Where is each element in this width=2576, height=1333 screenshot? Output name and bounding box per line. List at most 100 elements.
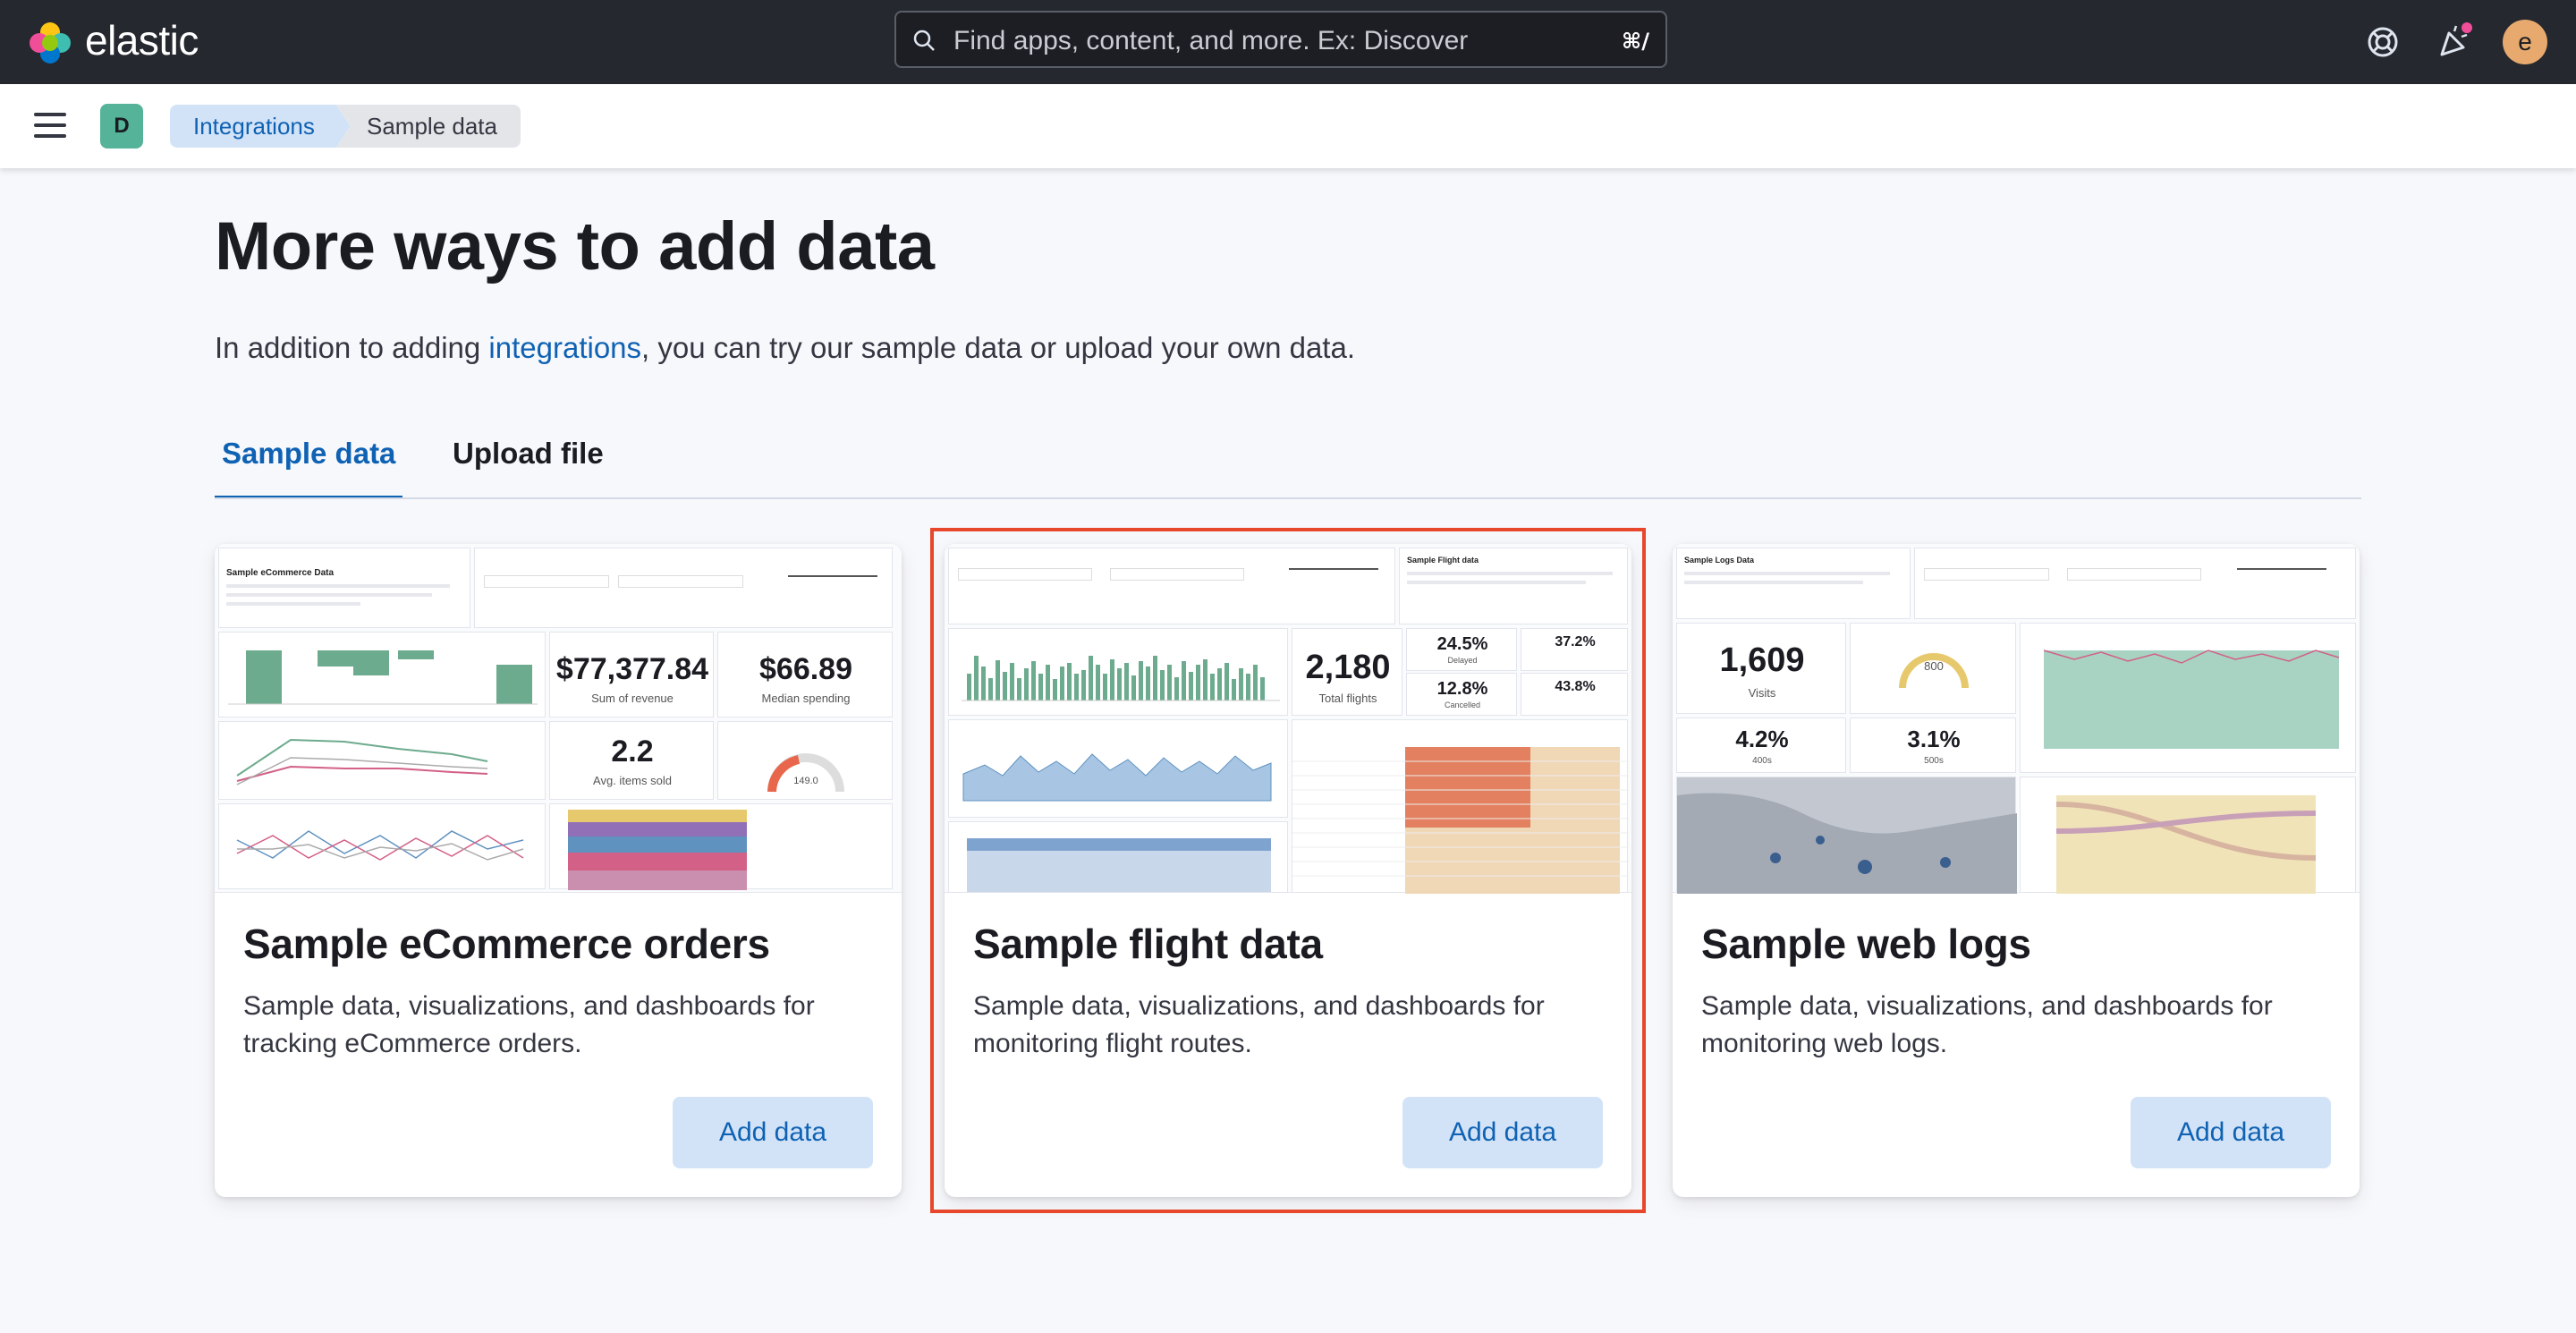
preview-stat-value: 4.2% (1735, 726, 1789, 752)
preview-heading: Sample Flight data (1407, 556, 1479, 565)
preview-panel: Sample eCommerce Data (218, 548, 470, 628)
preview-table (1292, 719, 1629, 894)
preview-multi-line-chart (236, 830, 524, 861)
preview-stat: $66.89 Median spending (717, 632, 893, 717)
preview-panel (2020, 623, 2356, 773)
preview-stat-value: 1,609 (1719, 641, 1805, 679)
preview-stat-value: 12.8% (1436, 679, 1488, 699)
preview-histogram (962, 656, 1280, 701)
preview-gauge-value: 149.0 (793, 776, 818, 786)
preview-map-chart (1677, 793, 2017, 894)
preview-panel (218, 721, 546, 800)
preview-bar-chart (228, 650, 538, 705)
preview-gauge-value: 800 (1924, 659, 1944, 673)
preview-stat: 4.2% 400s (1676, 717, 1846, 773)
preview-stat-label: 500s (1924, 756, 1944, 766)
preview-stat-label: Sum of revenue (591, 692, 674, 705)
preview-panel (948, 719, 1288, 818)
preview-stacked-bar-chart (568, 810, 747, 890)
preview-stat-value: 2.2 (611, 734, 654, 768)
add-flight-data-button[interactable]: Add data (1402, 1097, 1603, 1168)
preview-panel (2020, 777, 2356, 894)
search-icon (913, 30, 935, 51)
preview-gauge-chart (767, 753, 844, 793)
preview-stat-value: $77,377.84 (555, 652, 709, 686)
search-shortcut: ⌘/ (1621, 29, 1649, 54)
breadcrumb-sample-data: Sample data (336, 105, 521, 148)
preview-panel: Sample Logs Data (1676, 548, 1911, 619)
page-intro: In addition to adding integrations, you … (215, 331, 1355, 365)
preview-heat-chart (967, 838, 1271, 892)
preview-gauge: 149.0 (717, 721, 893, 800)
card-title: Sample flight data (973, 921, 1323, 967)
preview-line-chart (236, 738, 488, 785)
card-ecommerce: Sample eCommerce Data $77,377.84 Sum of … (215, 544, 902, 1197)
card-description: Sample data, visualizations, and dashboa… (1701, 991, 2273, 1058)
preview-area-chart (962, 753, 1272, 802)
card-description: Sample data, visualizations, and dashboa… (973, 991, 1545, 1058)
add-ecommerce-data-button[interactable]: Add data (673, 1097, 873, 1168)
preview-stat-label: Visits (1748, 686, 1776, 700)
preview-stat: 24.5% Delayed (1406, 628, 1517, 671)
preview-stat-label: Cancelled (1444, 700, 1481, 709)
breadcrumb-bar: D Integrations Sample data (0, 84, 2576, 168)
preview-gauge: 800 (1850, 623, 2016, 714)
preview-stat-value: $66.89 (759, 652, 852, 686)
preview-stat: 43.8% (1521, 673, 1628, 716)
intro-text: In addition to adding (215, 331, 489, 364)
preview-table-chart (1292, 747, 1629, 894)
preview-stat: 2.2 Avg. items sold (549, 721, 714, 800)
preview-stat: 2,180 Total flights (1292, 628, 1402, 716)
preview-sankey-chart (2055, 795, 2317, 894)
top-header: elastic Find apps, content, and more. Ex… (0, 0, 2576, 84)
intro-text-end: , you can try our sample data or upload … (641, 331, 1355, 364)
preview-heading: Sample eCommerce Data (226, 568, 335, 578)
search-placeholder: Find apps, content, and more. Ex: Discov… (953, 26, 1469, 55)
preview-panel (218, 632, 546, 717)
preview-stat-value: 2,180 (1305, 649, 1391, 686)
preview-stat: 12.8% Cancelled (1406, 673, 1517, 716)
preview-stat-label: Total flights (1318, 692, 1377, 705)
add-web-logs-data-button[interactable]: Add data (2131, 1097, 2331, 1168)
help-icon[interactable] (2363, 22, 2402, 62)
breadcrumb-integrations[interactable]: Integrations (170, 105, 351, 148)
preview-stat-label: Median spending (761, 692, 851, 705)
preview-stat: 1,609 Visits (1676, 623, 1846, 714)
tabs-divider (215, 497, 2361, 499)
preview-panel (474, 548, 893, 628)
preview-area-chart (2043, 650, 2340, 749)
ecommerce-dashboard-preview: Sample eCommerce Data $77,377.84 Sum of … (215, 544, 902, 893)
integrations-link[interactable]: integrations (488, 331, 641, 364)
newsfeed-icon[interactable] (2435, 22, 2474, 62)
preview-stat-value: 43.8% (1555, 679, 1596, 694)
preview-stat-label: Delayed (1447, 656, 1478, 665)
menu-icon[interactable] (34, 113, 66, 140)
tab-sample-data[interactable]: Sample data (215, 437, 403, 499)
card-title: Sample eCommerce orders (243, 921, 770, 967)
preview-stat-value: 24.5% (1436, 634, 1488, 654)
preview-stat-value: 3.1% (1907, 726, 1961, 752)
preview-stat-label: Avg. items sold (593, 774, 672, 787)
preview-stat: 3.1% 500s (1850, 717, 2016, 773)
preview-panel (1914, 548, 2356, 619)
preview-panel (549, 803, 893, 890)
logo-text[interactable]: elastic (85, 16, 199, 64)
user-avatar[interactable]: e (2503, 20, 2547, 64)
tab-upload-file[interactable]: Upload file (453, 437, 604, 488)
preview-stat-label: 400s (1752, 756, 1772, 766)
preview-stat: 37.2% (1521, 628, 1628, 671)
preview-heading: Sample Logs Data (1684, 556, 1755, 565)
elastic-logo[interactable] (27, 20, 73, 66)
preview-panel (218, 803, 546, 889)
global-search-input[interactable]: Find apps, content, and more. Ex: Discov… (894, 11, 1667, 68)
card-title: Sample web logs (1701, 921, 2031, 967)
preview-panel: Sample Flight data (1399, 548, 1628, 624)
preview-panel (948, 548, 1395, 624)
flights-dashboard-preview: Sample Flight data 2,180 Total flights 2… (945, 544, 1631, 894)
preview-panel (948, 821, 1288, 893)
card-description: Sample data, visualizations, and dashboa… (243, 991, 815, 1058)
preview-stat: $77,377.84 Sum of revenue (549, 632, 714, 717)
space-avatar[interactable]: D (100, 104, 143, 149)
logs-dashboard-preview: Sample Logs Data 1,609 Visits 800 4.2% 4… (1673, 544, 2360, 894)
card-web-logs: Sample Logs Data 1,609 Visits 800 4.2% 4… (1673, 544, 2360, 1197)
